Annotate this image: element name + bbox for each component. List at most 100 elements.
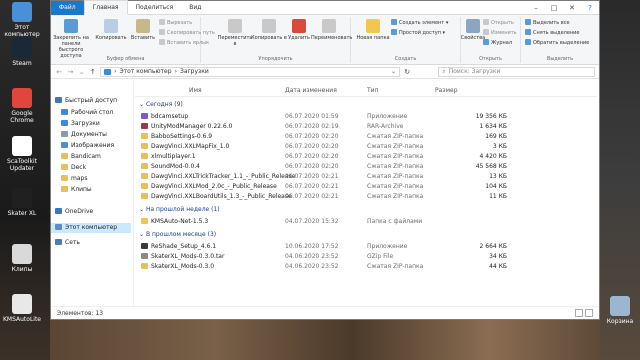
invert-selection-button[interactable]: Обратить выделение [525,39,589,48]
select-group-label: Выделить [546,56,574,62]
close-button[interactable]: ✕ [563,4,581,12]
nav-item[interactable]: Сеть [51,238,131,248]
file-icon [141,153,148,159]
group-header[interactable]: ⌄ На прошлой неделе (1) [139,206,220,213]
select-all-button[interactable]: Выделить все [525,19,570,28]
breadcrumb-separator: › [114,68,117,75]
back-arrow-icon[interactable]: ← [55,68,63,76]
tab-home[interactable]: Главная [83,0,128,15]
file-size: 44 КБ [489,263,507,270]
file-row[interactable]: xlmultiplayer.1 06.07.2020 02:20 Сжатая ZI… [135,152,597,162]
select-none-button[interactable]: Снять выделение [525,29,580,38]
file-row[interactable]: KMSAuto-Net-1.5.3 04.07.2020 15:32 Папка с… [135,217,597,227]
file-date: 06.07.2020 02:20 [285,133,339,140]
column-type[interactable]: Тип [367,85,379,97]
open-button[interactable]: Открыть [483,19,514,28]
chevron-down-icon: ⌄ [139,101,146,108]
tab-share[interactable]: Поделиться [128,1,182,15]
search-input[interactable]: ⌕ Поиск: Загрузки [438,66,596,77]
desktop-app-icon [12,88,32,108]
nav-item[interactable]: Быстрый доступ [51,96,131,106]
file-row[interactable]: UnityModManager 0.22.6.0 06.07.2020 02:19… [135,122,597,132]
folder-icon [55,224,62,230]
tab-view[interactable]: Вид [181,1,209,15]
nav-item[interactable]: Клипы [51,185,131,195]
file-row[interactable]: ReShade_Setup_4.6.1 10.06.2020 17:52 Прило… [135,242,597,252]
help-button[interactable]: ? [581,4,599,12]
recycle-bin[interactable]: Корзина [600,296,640,325]
column-name[interactable]: Имя [189,85,202,97]
file-name: DawgVinci.XXLBoardUtils_1.3_-_Public_Rel… [141,192,292,202]
desktop-icon[interactable]: Google Chrome [2,88,42,124]
file-name: bdcamsetup [141,112,188,122]
move-to-button[interactable]: Переместить в [217,19,253,47]
column-size[interactable]: Размер [435,85,458,97]
nav-item[interactable]: Bandicam [51,152,131,162]
nav-item-label: Быстрый доступ [65,97,118,104]
chevron-down-icon[interactable]: ⌄ [78,68,86,76]
nav-item[interactable]: maps [51,174,131,184]
file-row[interactable]: DawgVinci.XXLMod_2.0c_-_Public_Release 06… [135,182,597,192]
file-row[interactable]: BabboSettings-0.6.9 06.07.2020 02:20 Сжата… [135,132,597,142]
desktop-icon[interactable]: KMSAutoLite [2,294,42,323]
refresh-icon[interactable]: ↻ [403,68,411,76]
address-dropdown-icon[interactable]: ⌄ [391,68,396,75]
organize-group-label: Упорядочить [258,56,293,62]
rename-button[interactable]: Переименовать [311,19,352,41]
details-view-icon[interactable] [575,309,583,317]
file-row[interactable]: DawgVinci.XXLTrickTracker_1.1_-_Public_R… [135,172,597,182]
tab-file[interactable]: Файл [51,0,84,15]
cut-button[interactable]: Вырезать [159,19,192,28]
desktop-icon[interactable]: Этот компьютер [2,2,42,38]
minimize-button[interactable]: – [527,4,545,12]
maximize-button[interactable]: □ [545,4,563,12]
desktop-icon[interactable]: ScaToolkit Updater [2,136,42,172]
pane-divider[interactable] [133,81,134,307]
nav-item[interactable]: Загрузки [51,119,131,129]
breadcrumb-downloads[interactable]: Загрузки [180,68,209,75]
nav-item[interactable]: Этот компьютер [51,223,131,233]
file-row[interactable]: DawgVinci.XXLMapFix_1.0 06.07.2020 02:20 С… [135,142,597,152]
file-row[interactable]: bdcamsetup 06.07.2020 01:59 Приложение 19 3… [135,112,597,122]
forward-arrow-icon[interactable]: → [66,68,74,76]
shortcut-icon [159,39,165,45]
pin-button[interactable]: Закрепить на панели быстрого доступа [53,19,89,59]
paste-button[interactable]: Вставить [125,19,161,41]
column-date[interactable]: Дата изменения [285,85,337,97]
file-row[interactable]: DawgVinci.XXLBoardUtils_1.3_-_Public_Rel… [135,192,597,202]
desktop-icon[interactable]: Steam [2,38,42,67]
easy-access-icon [391,29,397,35]
file-size: 11 КБ [489,193,507,200]
nav-item[interactable]: OneDrive [51,207,131,217]
file-row[interactable]: SoundMod-0.0.4 06.07.2020 02:20 Сжатая ZIP… [135,162,597,172]
address-bar[interactable]: › Этот компьютер › Загрузки ⌄ [100,66,401,77]
new-folder-button[interactable]: Новая папка [355,19,391,41]
edit-button[interactable]: Изменить [483,29,517,38]
desktop-icon[interactable]: Клипы [2,244,42,273]
copy-button[interactable]: Копировать [93,19,129,41]
breadcrumb-this-pc[interactable]: Этот компьютер [119,68,171,75]
desktop-icon[interactable]: Skater XL [2,188,42,217]
file-type: Приложение [367,113,408,120]
nav-item[interactable]: Deck [51,163,131,173]
new-item-button[interactable]: Создать элемент ▾ [391,19,448,28]
nav-item-label: maps [71,175,88,182]
file-size: 104 КБ [485,183,507,190]
up-arrow-icon[interactable]: ↑ [89,68,97,76]
history-button[interactable]: Журнал [483,39,512,48]
file-row[interactable]: SkaterXL_Mods-0.3.0.tar 04.06.2020 23:52 G… [135,252,597,262]
nav-item[interactable]: Документы [51,130,131,140]
file-size: 2 664 КБ [479,243,507,250]
file-icon [141,253,148,259]
file-row[interactable]: SkaterXL_Mods-0.3.0 04.06.2020 23:52 Сжата… [135,262,597,272]
nav-item-label: Изображения [71,142,115,149]
file-icon [141,193,148,199]
group-header[interactable]: ⌄ В прошлом месяце (3) [139,231,216,238]
nav-item[interactable]: Изображения [51,141,131,151]
nav-item[interactable]: Рабочий стол [51,108,131,118]
desktop-app-icon [12,188,32,208]
rename-icon [322,19,336,33]
group-header[interactable]: ⌄ Сегодня (9) [139,101,183,108]
easy-access-button[interactable]: Простой доступ ▾ [391,29,445,38]
large-icons-view-icon[interactable] [585,309,593,317]
